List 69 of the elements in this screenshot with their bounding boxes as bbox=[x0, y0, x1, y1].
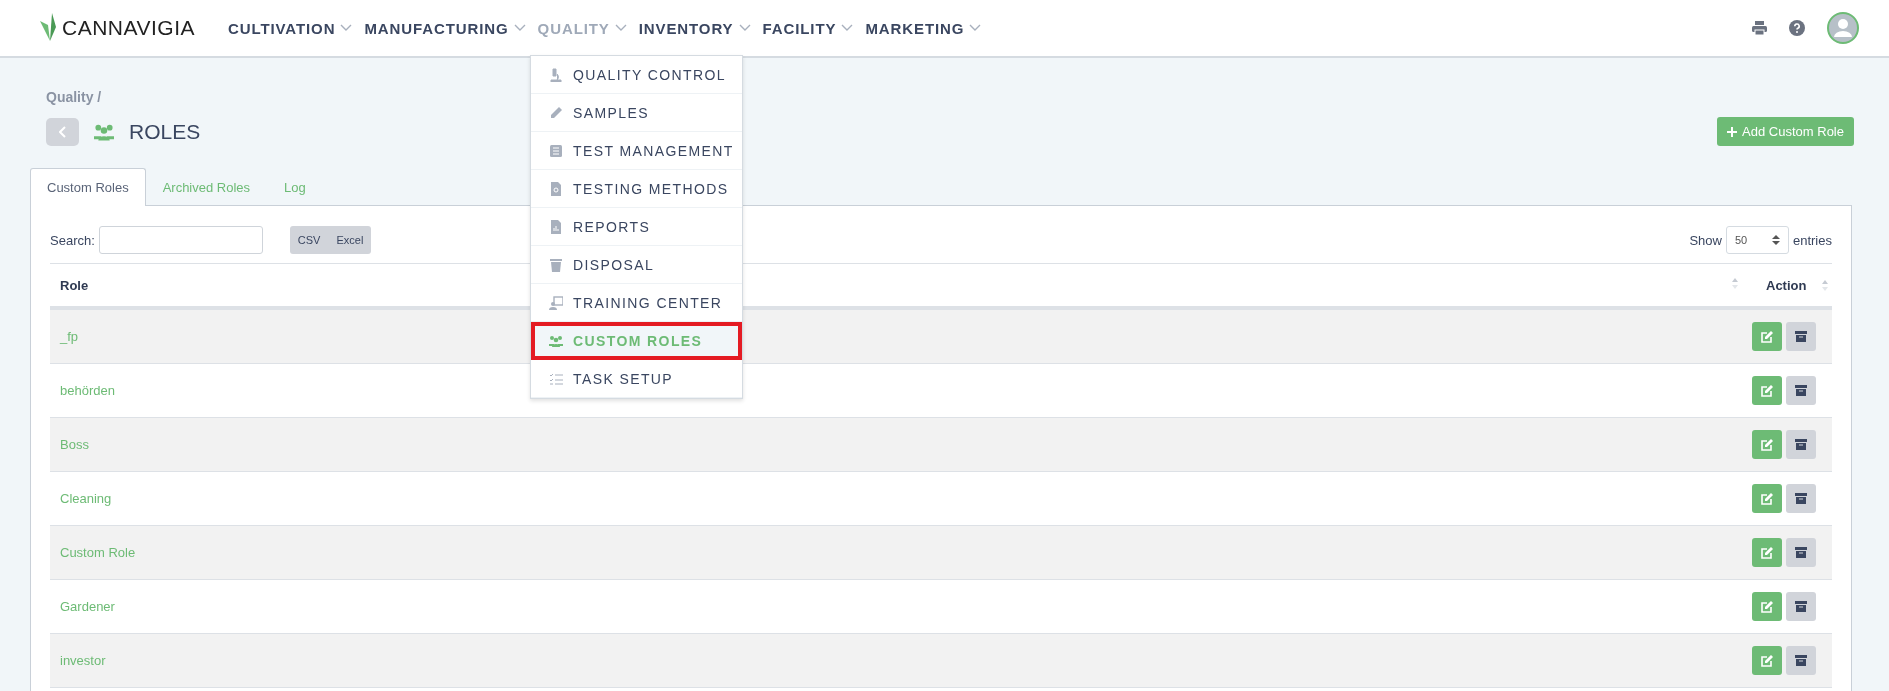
export-button[interactable]: CSV bbox=[289, 234, 329, 246]
archive-icon bbox=[1795, 655, 1807, 666]
edit-icon bbox=[1761, 384, 1773, 397]
archive-icon bbox=[1795, 601, 1807, 612]
edit-icon bbox=[1761, 654, 1773, 667]
dropdown-item[interactable]: TESTING METHODS bbox=[531, 170, 742, 208]
user-avatar-icon bbox=[1827, 12, 1859, 44]
file-search-icon bbox=[549, 181, 563, 196]
edit-icon bbox=[1761, 330, 1773, 343]
dropdown-item[interactable]: SAMPLES bbox=[531, 94, 742, 132]
column-header[interactable]: Role bbox=[60, 277, 89, 293]
nav-menu-item[interactable]: MANUFACTURING bbox=[364, 19, 526, 37]
checklist-icon bbox=[549, 371, 563, 386]
archive-button[interactable] bbox=[1786, 592, 1816, 621]
archive-icon bbox=[1795, 439, 1807, 450]
chevron-down-icon bbox=[841, 24, 854, 32]
edit-icon bbox=[1761, 438, 1773, 451]
nav-menu-item[interactable]: FACILITY bbox=[762, 19, 854, 37]
leaf-logo-icon bbox=[38, 13, 58, 43]
dropdown-item[interactable]: TASK SETUP bbox=[531, 360, 742, 398]
dropdown-item[interactable]: QUALITY CONTROL bbox=[531, 56, 742, 94]
show-label: Show bbox=[1689, 232, 1722, 248]
printer-icon bbox=[1752, 21, 1767, 35]
chevron-down-icon bbox=[614, 24, 627, 32]
archive-button[interactable] bbox=[1786, 430, 1816, 459]
trash-icon bbox=[549, 257, 563, 272]
dropdown-item[interactable]: TEST MANAGEMENT bbox=[531, 132, 742, 170]
tab[interactable]: Custom Roles bbox=[30, 168, 146, 206]
nav-menu-item[interactable]: MARKETING bbox=[865, 19, 982, 37]
dropdown-item[interactable]: REPORTS bbox=[531, 208, 742, 246]
archive-icon bbox=[1795, 493, 1807, 504]
back-button[interactable] bbox=[46, 117, 79, 146]
help-icon bbox=[1789, 20, 1805, 36]
archive-button[interactable] bbox=[1786, 538, 1816, 567]
archive-icon bbox=[1795, 547, 1807, 558]
sort-arrows-icon bbox=[1771, 234, 1780, 246]
presentation-icon bbox=[549, 295, 563, 310]
archive-icon bbox=[1795, 331, 1807, 342]
logo-text: CANNAVIGIA bbox=[62, 16, 195, 40]
nav-menu-item[interactable]: CULTIVATION bbox=[228, 19, 353, 37]
nav-menu-item[interactable]: INVENTORY bbox=[638, 19, 751, 37]
chevron-down-icon bbox=[513, 24, 526, 32]
column-header[interactable]: Action bbox=[1766, 277, 1807, 293]
search-label: Search: bbox=[50, 232, 95, 248]
export-button[interactable]: Excel bbox=[328, 234, 372, 246]
chevron-down-icon bbox=[738, 24, 751, 32]
list-icon bbox=[549, 143, 563, 158]
dropdown-item[interactable]: DISPOSAL bbox=[531, 246, 742, 284]
archive-button[interactable] bbox=[1786, 322, 1816, 351]
archive-button[interactable] bbox=[1786, 376, 1816, 405]
page-size-select[interactable]: 50 bbox=[1725, 226, 1789, 254]
sort-icon bbox=[1822, 279, 1828, 291]
edit-icon bbox=[1761, 492, 1773, 505]
entries-label: entries bbox=[1792, 232, 1832, 248]
file-chart-icon bbox=[549, 219, 563, 234]
chevron-left-icon bbox=[58, 125, 67, 138]
chevron-down-icon bbox=[969, 24, 982, 32]
microscope-icon bbox=[549, 67, 563, 82]
edit-icon bbox=[1761, 546, 1773, 559]
plus-icon bbox=[1727, 126, 1738, 137]
sort-icon bbox=[1732, 277, 1738, 289]
users-icon bbox=[549, 333, 563, 348]
edit-icon bbox=[1761, 600, 1773, 613]
page-title: ROLES bbox=[129, 119, 201, 144]
archive-button[interactable] bbox=[1786, 484, 1816, 513]
chevron-down-icon bbox=[340, 24, 353, 32]
archive-icon bbox=[1795, 385, 1807, 396]
archive-button[interactable] bbox=[1786, 646, 1816, 675]
search-field[interactable] bbox=[98, 226, 263, 254]
